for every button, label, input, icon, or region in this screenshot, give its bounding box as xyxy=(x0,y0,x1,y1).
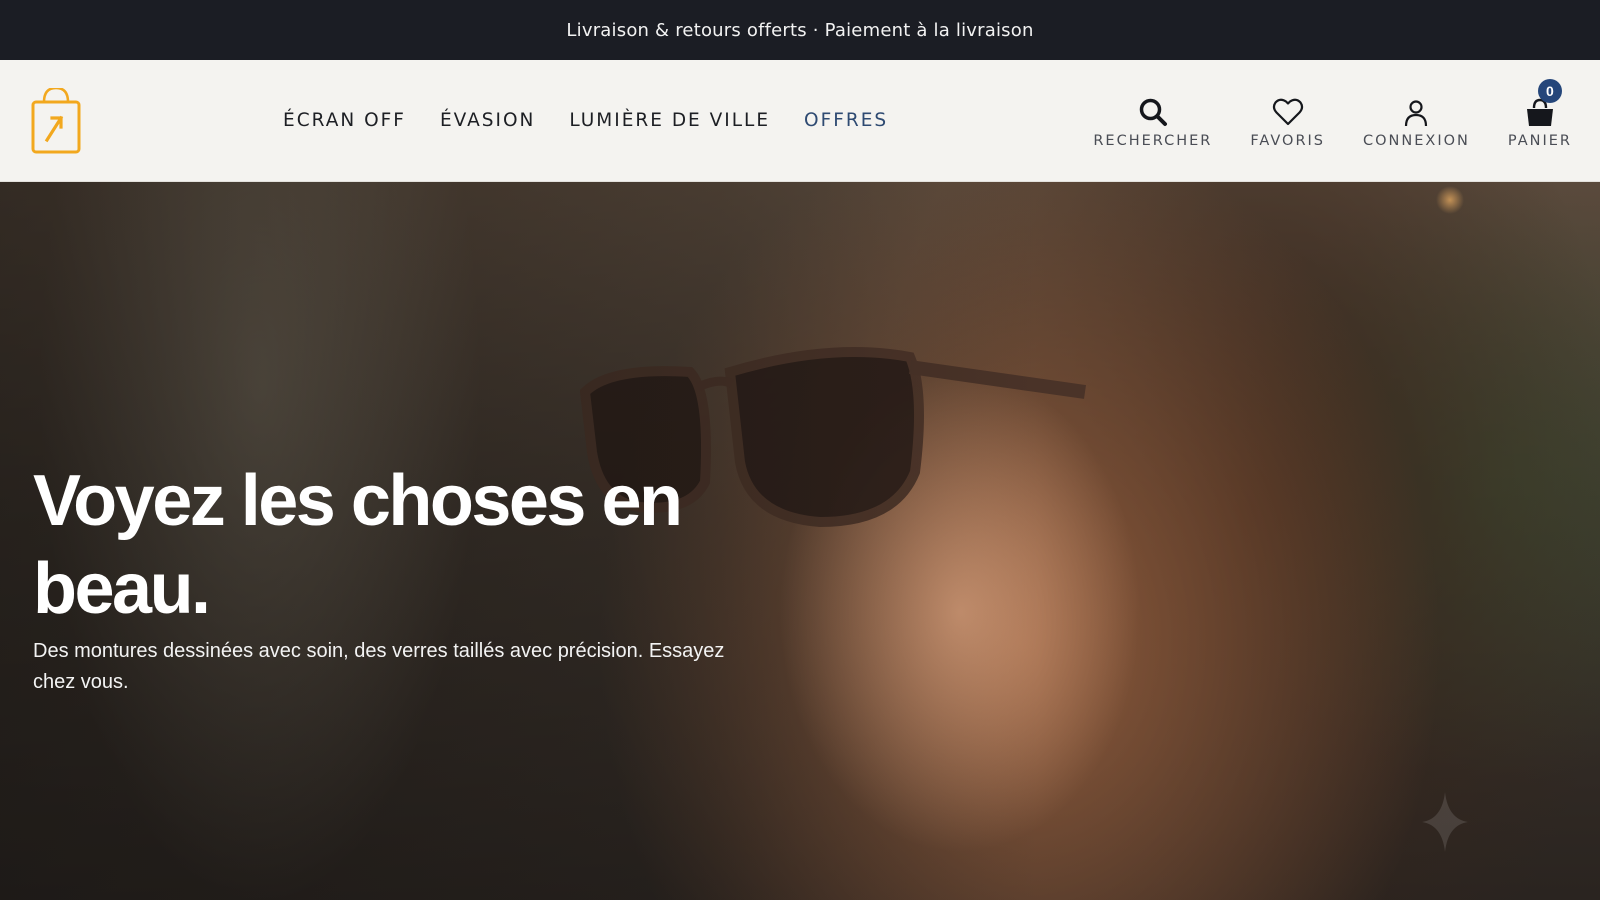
login-label: CONNEXION xyxy=(1363,132,1470,149)
search-icon xyxy=(1139,98,1167,126)
search-button[interactable]: RECHERCHER xyxy=(1093,93,1212,149)
sparkle-icon xyxy=(1422,792,1468,852)
shopping-bag-logo-icon xyxy=(31,86,81,154)
cart-label: PANIER xyxy=(1507,132,1572,149)
user-icon xyxy=(1405,99,1428,126)
logo[interactable] xyxy=(30,86,82,154)
favorites-label: FAVORIS xyxy=(1250,132,1326,149)
cart-count-badge: 0 xyxy=(1537,78,1562,103)
nav-item-evasion[interactable]: ÉVASION xyxy=(440,110,535,131)
hero-title: Voyez les choses en beau. xyxy=(33,461,683,629)
nav-item-lumiere-de-ville[interactable]: LUMIÈRE DE VILLE xyxy=(569,110,770,131)
header-actions: RECHERCHER FAVORIS CONNEXION 0 PANIER xyxy=(1055,60,1572,181)
favorites-button[interactable]: FAVORIS xyxy=(1250,93,1325,149)
heart-icon xyxy=(1272,98,1303,125)
search-label: RECHERCHER xyxy=(1093,132,1213,149)
hero-subtitle: Des montures dessinées avec soin, des ve… xyxy=(33,640,725,693)
hero-banner: Voyez les choses en beau. Des montures d… xyxy=(0,182,1600,900)
main-nav: ÉCRAN OFF ÉVASION LUMIÈRE DE VILLE OFFRE… xyxy=(283,60,922,181)
cart-button[interactable]: 0 PANIER xyxy=(1507,78,1572,149)
site-header: ÉCRAN OFF ÉVASION LUMIÈRE DE VILLE OFFRE… xyxy=(0,60,1600,182)
announcement-bar: Livraison & retours offerts · Paiement à… xyxy=(0,0,1600,60)
login-button[interactable]: CONNEXION xyxy=(1363,93,1470,149)
announcement-text: Livraison & retours offerts · Paiement à… xyxy=(566,19,1034,41)
nav-item-ecran-off[interactable]: ÉCRAN OFF xyxy=(283,110,406,131)
nav-item-offres[interactable]: OFFRES xyxy=(804,110,888,131)
